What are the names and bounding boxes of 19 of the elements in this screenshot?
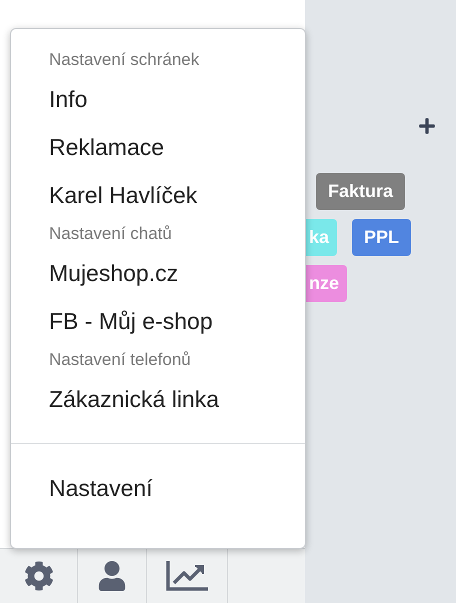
tag: Faktura xyxy=(316,173,406,210)
menu-item[interactable]: Nastavení xyxy=(11,464,305,512)
plus-icon xyxy=(418,117,436,135)
menu-section-header: Nastavení schránek xyxy=(48,49,200,71)
tag: nze xyxy=(305,265,348,302)
menu-section-header: Nastavení chatů xyxy=(48,223,173,245)
menu-item[interactable]: FB - Můj e-shop xyxy=(11,297,305,345)
menu-section-header: Nastavení telefonů xyxy=(48,349,192,371)
menu-item[interactable]: Info xyxy=(11,75,305,123)
menu-item[interactable]: Mujeshop.cz xyxy=(11,249,305,297)
menu-item[interactable]: Karel Havlíček xyxy=(11,171,305,219)
line-chart-icon xyxy=(166,561,208,591)
tag: ka xyxy=(305,219,338,256)
menu-item[interactable]: Reklamace xyxy=(11,123,305,171)
tag: PPL xyxy=(352,219,412,256)
settings-icon xyxy=(24,561,54,591)
add-button[interactable] xyxy=(418,116,436,136)
user-icon xyxy=(97,561,127,591)
menu-item[interactable]: Zákaznická linka xyxy=(11,375,305,423)
